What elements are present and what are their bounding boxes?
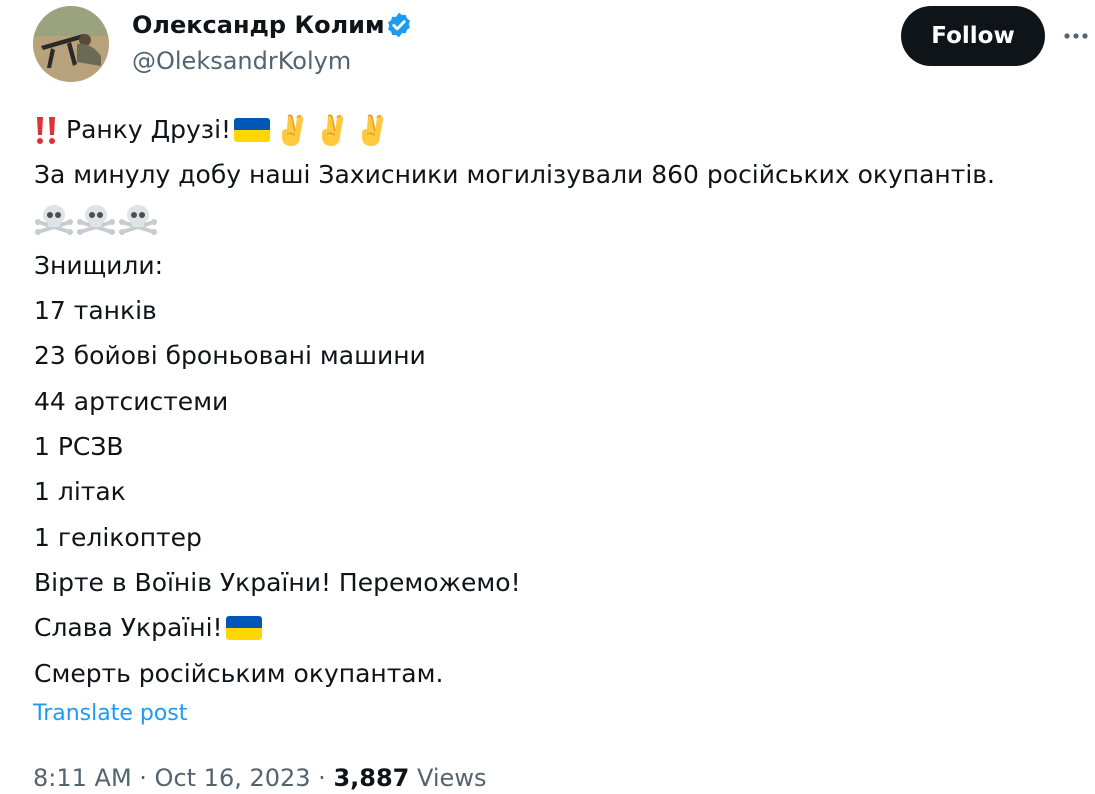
slava-text: Слава Україні! (34, 613, 223, 643)
skull-crossbones-emoji (77, 205, 115, 236)
post-line-slava: Слава Україні! (34, 605, 1089, 650)
post-time[interactable]: 8:11 AM (33, 764, 132, 792)
post-line: За минулу добу наші Захисники могилізува… (34, 160, 995, 190)
victory-hand-emoji (322, 114, 344, 146)
skull-crossbones-emoji (35, 205, 73, 236)
author-handle[interactable]: @OleksandrKolym (132, 45, 351, 77)
post-line-greeting: Ранку Друзі! (34, 107, 1089, 152)
post-line-skulls (34, 198, 1089, 243)
translate-post-link[interactable]: Translate post (33, 699, 187, 729)
post-line: Знищили: (34, 250, 164, 280)
post-line: 23 бойові броньовані машини (34, 341, 426, 371)
ukraine-flag-emoji (225, 615, 262, 640)
post-line: 44 артсистеми (34, 386, 229, 416)
post-date[interactable]: Oct 16, 2023 (155, 764, 311, 792)
meta-separator: · (310, 764, 334, 792)
more-options-icon[interactable] (1058, 20, 1094, 52)
views-count: 3,887 (333, 764, 410, 792)
post-line: Вірте в Воїнів України! Переможемо! (34, 567, 521, 597)
views-label: Views (417, 764, 487, 792)
post-meta: 8:11 AM · Oct 16, 2023 · 3,887 Views (33, 762, 486, 794)
post-line: 17 танків (34, 296, 157, 326)
greeting-text: Ранку Друзі! (66, 115, 232, 144)
avatar-photo (33, 6, 109, 82)
post-line: Смерть російським окупантам. (34, 658, 444, 688)
post-text: Ранку Друзі! За минулу добу наші Захисни… (34, 107, 1089, 696)
follow-button[interactable]: Follow (901, 6, 1045, 66)
avatar[interactable] (33, 6, 109, 82)
meta-separator: · (131, 764, 155, 792)
post-line: 1 гелікоптер (34, 522, 202, 552)
double-exclamation-emoji (37, 116, 55, 144)
post-line: 1 РСЗВ (34, 432, 124, 462)
victory-hand-emoji (282, 114, 304, 146)
author-name[interactable]: Олександр Колим (132, 8, 385, 42)
skull-crossbones-emoji (119, 205, 157, 236)
ukraine-flag-emoji (234, 117, 271, 142)
post-line: 1 літак (34, 477, 126, 507)
victory-hand-emoji (362, 114, 384, 146)
verified-badge-icon (388, 12, 410, 38)
